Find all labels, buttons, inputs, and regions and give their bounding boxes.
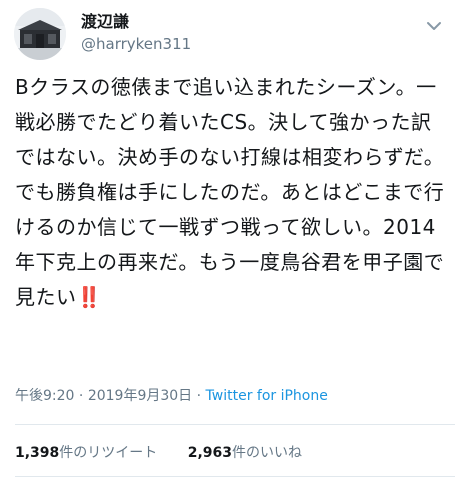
tweet-stats: 1,398件のリツイート 2,963件のいいね: [15, 443, 302, 463]
tweet-time[interactable]: 午後9:20: [15, 388, 74, 404]
retweets-stat[interactable]: 1,398件のリツイート: [15, 443, 157, 463]
meta-separator: ·: [78, 388, 84, 404]
tweet-text: Bクラスの徳俵まで追い込まれたシーズン。一戦必勝でたどり着いたCS。決して強かっ…: [15, 70, 445, 315]
meta-separator: ·: [196, 388, 202, 404]
tweet-body: Bクラスの徳俵まで追い込まれたシーズン。一戦必勝でたどり着いたCS。決して強かっ…: [15, 75, 445, 309]
avatar-image: [14, 8, 66, 60]
user-handle[interactable]: @harryken311: [81, 34, 191, 54]
divider: [15, 424, 455, 425]
double-exclamation-icon: ‼️: [76, 285, 102, 309]
avatar[interactable]: [14, 8, 66, 60]
retweets-count: 1,398: [15, 445, 60, 461]
tweet-source-link[interactable]: Twitter for iPhone: [206, 388, 328, 404]
likes-stat[interactable]: 2,963件のいいね: [188, 443, 302, 463]
display-name[interactable]: 渡辺謙: [81, 12, 129, 32]
tweet-date[interactable]: 2019年9月30日: [88, 388, 192, 404]
retweets-label: 件のリツイート: [59, 445, 158, 461]
divider: [15, 476, 455, 477]
likes-label: 件のいいね: [232, 445, 303, 461]
likes-count: 2,963: [187, 445, 233, 461]
tweet-metadata: 午後9:20 · 2019年9月30日 · Twitter for iPhone: [15, 386, 328, 406]
chevron-down-icon[interactable]: [424, 16, 444, 36]
